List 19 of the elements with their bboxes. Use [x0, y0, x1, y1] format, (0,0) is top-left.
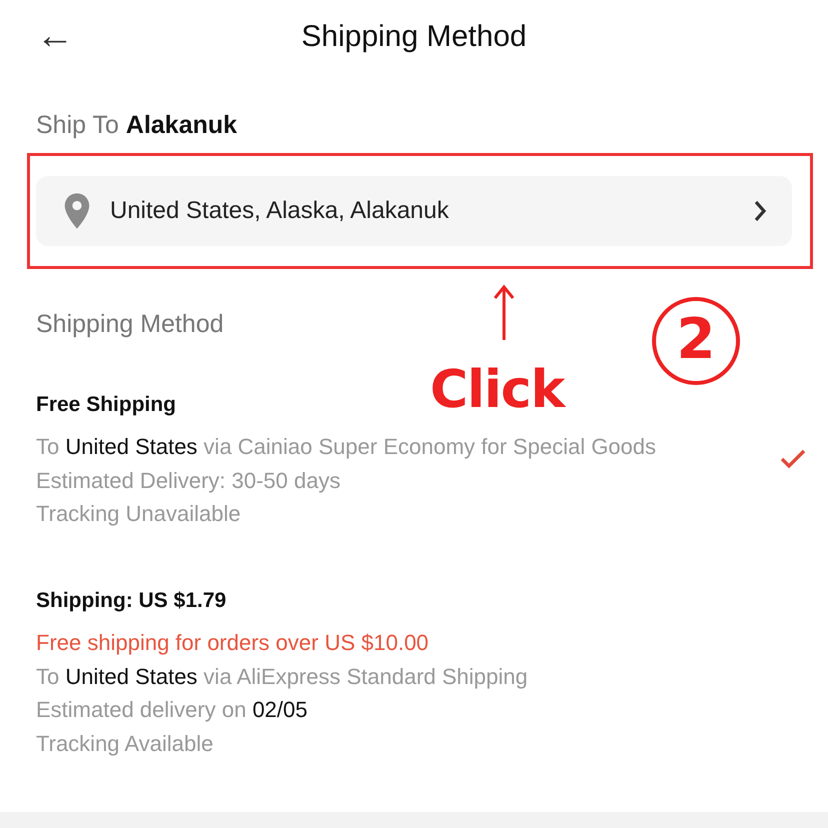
- ship-to-label: Ship To: [36, 111, 120, 139]
- back-button[interactable]: ←: [36, 14, 74, 58]
- option-title: Shipping: US $1.79: [36, 588, 226, 614]
- promo-text: Free shipping for orders over US $10.00: [36, 629, 430, 657]
- option-detail: Estimated delivery on 02/05: [36, 696, 308, 724]
- address-selector[interactable]: United States, Alaska, Alakanuk: [36, 176, 792, 246]
- annotation-arrow: [493, 284, 515, 340]
- option-detail: Tracking Available: [36, 730, 214, 758]
- option-detail: To United States via AliExpress Standard Shipping: [36, 662, 529, 691]
- option-detail: Estimated Delivery: 30-50 days: [36, 466, 342, 495]
- option-detail: To United States via Cainiao Super Economy for Special Goods: [36, 433, 656, 461]
- chevron-right-icon: [752, 199, 768, 223]
- annotation-label: Click: [430, 360, 564, 420]
- option-detail: Tracking Unavailable: [36, 500, 242, 528]
- page-title: Shipping Method: [301, 19, 527, 55]
- section-title: Shipping Method: [36, 310, 224, 338]
- ship-to-city: Alakanuk: [126, 111, 238, 139]
- option-title: Free Shipping: [36, 392, 176, 418]
- step-number: 2: [652, 297, 740, 385]
